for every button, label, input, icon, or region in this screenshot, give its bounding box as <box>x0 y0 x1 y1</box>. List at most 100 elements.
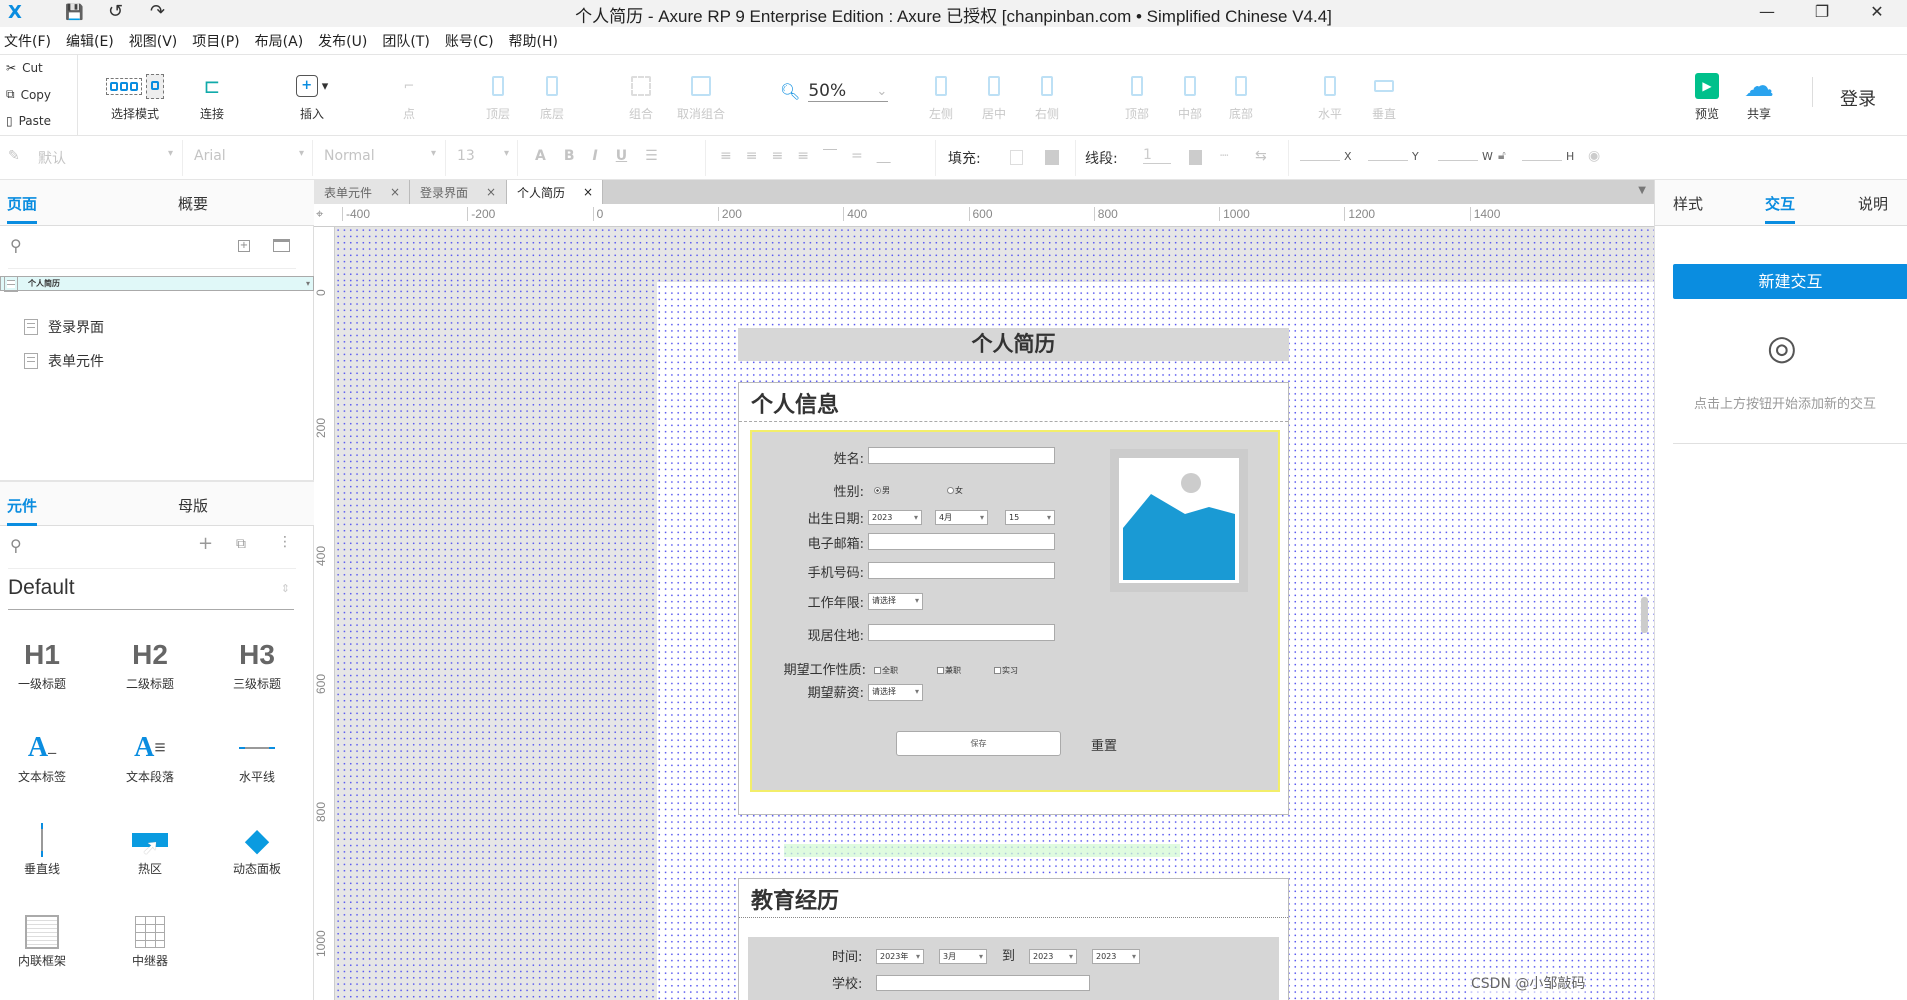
valign-top-icon[interactable]: ⎺ <box>823 148 837 164</box>
gender-female-radio[interactable]: 女 <box>947 485 963 496</box>
widget-h3[interactable]: H3 三级标题 <box>207 635 307 692</box>
menu-publish[interactable]: 发布(U) <box>318 31 367 51</box>
cut-button[interactable]: ✂ Cut <box>6 61 43 75</box>
widget-repeater[interactable]: 中继器 <box>100 912 200 969</box>
align-text-right-icon[interactable]: ≡ <box>771 148 783 164</box>
share-button[interactable]: ☁ 共享 <box>1729 69 1789 122</box>
line-width-input[interactable]: 1 <box>1143 147 1171 164</box>
more-options-icon[interactable]: ⋮ <box>278 534 292 550</box>
birth-year-select[interactable]: 2023 <box>868 510 922 525</box>
minimize-button[interactable]: — <box>1752 2 1782 21</box>
page-item-resume[interactable]: 个人简历 <box>0 275 314 292</box>
widget-h1[interactable]: H1 一级标题 <box>0 635 92 692</box>
email-input[interactable] <box>868 533 1055 550</box>
select-mode-button[interactable]: 选择模式 <box>105 69 165 122</box>
widget-horizontal-line[interactable]: 水平线 <box>207 728 307 785</box>
close-tab-icon[interactable]: × <box>583 185 593 199</box>
h-input[interactable] <box>1522 160 1562 161</box>
library-stack-icon[interactable]: ⧉ <box>236 536 246 552</box>
from-year-select[interactable]: 2023年 <box>876 949 924 964</box>
align-left-button[interactable]: 左侧 <box>911 69 971 122</box>
shadow-swatch[interactable] <box>1045 150 1059 165</box>
widget-search-icon[interactable]: ⚲ <box>10 536 22 555</box>
salary-select[interactable]: 请选择 <box>868 684 923 701</box>
menu-help[interactable]: 帮助(H) <box>509 31 558 51</box>
visibility-eye-icon[interactable]: ◉ <box>1588 148 1600 164</box>
bold-icon[interactable]: B <box>564 148 575 164</box>
group-button[interactable]: 组合 <box>611 69 671 122</box>
lock-icon[interactable]: 🔓︎ <box>1498 148 1506 163</box>
from-month-select[interactable]: 3月 <box>939 949 987 964</box>
reset-link[interactable]: 重置 <box>1091 735 1117 754</box>
align-text-left-icon[interactable]: ≡ <box>720 148 732 164</box>
close-tab-icon[interactable]: × <box>390 185 400 199</box>
align-text-center-icon[interactable]: ≡ <box>746 148 758 164</box>
align-right-button[interactable]: 右侧 <box>1017 69 1077 122</box>
send-back-button[interactable]: 底层 <box>522 69 582 122</box>
work-years-select[interactable]: 请选择 <box>868 593 923 610</box>
widget-h2[interactable]: H2 二级标题 <box>100 635 200 692</box>
menu-account[interactable]: 账号(C) <box>445 31 494 51</box>
paste-button[interactable]: ▯ Paste <box>6 114 51 128</box>
menu-layout[interactable]: 布局(A) <box>255 31 304 51</box>
zoom-control[interactable]: 🔍︎ 50% ⌄ <box>780 81 889 102</box>
tab-widgets[interactable]: 元件 <box>7 495 38 526</box>
name-input[interactable] <box>868 447 1055 464</box>
tab-style[interactable]: 样式 <box>1673 193 1703 214</box>
tab-pages[interactable]: 页面 <box>7 193 38 224</box>
style-select[interactable]: 默认 ▾ <box>38 148 173 168</box>
widget-paragraph[interactable]: A ≡ 文本段落 <box>100 728 200 785</box>
font-color-icon[interactable]: A <box>535 148 546 164</box>
widget-dynamic-panel[interactable]: ◆ 动态面板 <box>207 820 307 877</box>
underline-icon[interactable]: U <box>616 148 627 164</box>
menu-team[interactable]: 团队(T) <box>382 31 429 51</box>
arrow-style-icon[interactable]: ⇆ <box>1255 148 1267 164</box>
to-year-select[interactable]: 2023 <box>1029 949 1077 964</box>
restore-button[interactable]: ❐ <box>1807 2 1837 21</box>
to-month-select[interactable]: 2023 <box>1092 949 1140 964</box>
y-input[interactable] <box>1368 160 1408 161</box>
connect-button[interactable]: ⊏ 连接 <box>182 69 242 122</box>
w-input[interactable] <box>1438 160 1478 161</box>
education-section[interactable]: 教育经历 时间: 2023年 3月 到 2023 2023 学校: <box>738 878 1289 1000</box>
fill-color-swatch[interactable] <box>1010 150 1023 165</box>
italic-icon[interactable]: I <box>593 148 598 164</box>
widget-inline-frame[interactable]: 内联框架 <box>0 912 92 969</box>
point-button[interactable]: ⌐ 点 <box>379 69 439 122</box>
line-pattern-icon[interactable]: ┈ <box>1220 148 1228 164</box>
font-size-select[interactable]: 13 ▾ <box>457 148 509 164</box>
tab-notes[interactable]: 说明 <box>1858 193 1888 214</box>
birth-day-select[interactable]: 15 <box>1005 510 1055 525</box>
library-select[interactable]: Default ⇕ <box>8 576 294 610</box>
align-bottom-button[interactable]: 底部 <box>1211 69 1271 122</box>
widget-text-label[interactable]: A _ 文本标签 <box>0 728 92 785</box>
preview-button[interactable]: ▶ 预览 <box>1677 69 1737 122</box>
menu-file[interactable]: 文件(F) <box>4 31 51 51</box>
line-color-swatch[interactable] <box>1189 150 1202 165</box>
widget-vertical-line[interactable]: 垂直线 <box>0 820 92 877</box>
new-interaction-button[interactable]: 新建交互 <box>1673 264 1907 299</box>
page-item-form-widgets[interactable]: 表单元件 <box>0 344 314 377</box>
distribute-vertical-button[interactable]: 垂直 <box>1354 69 1414 122</box>
copy-button[interactable]: ⧉ Copy <box>6 87 51 102</box>
bring-front-button[interactable]: 顶层 <box>468 69 528 122</box>
personal-info-section[interactable]: 个人信息 姓名: 性别: 男 女 出生日期: 2023 4月 15 电子邮箱: … <box>738 382 1289 815</box>
insert-button[interactable]: + ▾ 插入 <box>282 69 342 122</box>
ungroup-button[interactable]: 取消组合 <box>671 69 731 122</box>
tab-masters[interactable]: 母版 <box>178 495 208 516</box>
gender-male-radio[interactable]: 男 <box>874 485 890 496</box>
design-canvas[interactable]: 个人简历 个人信息 姓名: 性别: 男 女 出生日期: 2023 4月 15 电… <box>335 227 1654 1000</box>
save-button[interactable]: 保存 <box>896 731 1061 756</box>
vertical-scrollbar[interactable] <box>1641 597 1648 633</box>
menu-edit[interactable]: 编辑(E) <box>66 31 114 51</box>
font-select[interactable]: Arial ▾ <box>194 148 304 164</box>
job-type-parttime-checkbox[interactable]: 兼职 <box>937 665 961 676</box>
x-input[interactable] <box>1300 160 1340 161</box>
close-button[interactable]: ✕ <box>1862 2 1892 21</box>
tab-interactions[interactable]: 交互 <box>1765 193 1796 224</box>
phone-input[interactable] <box>868 562 1055 579</box>
page-item-login[interactable]: 登录界面 <box>0 310 314 343</box>
job-type-intern-checkbox[interactable]: 实习 <box>994 665 1018 676</box>
align-top-button[interactable]: 顶部 <box>1107 69 1167 122</box>
doc-tab-form-widgets[interactable]: 表单元件 × <box>314 180 410 204</box>
